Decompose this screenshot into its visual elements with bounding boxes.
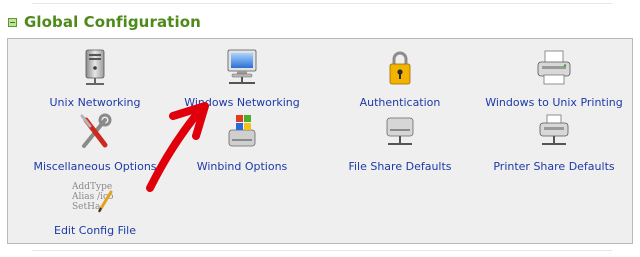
tools-icon (78, 111, 112, 153)
section-title: Global Configuration (24, 13, 201, 31)
edit-config-file-link[interactable]: AddType Alias /ico SetHa Edit Config Fil… (15, 175, 175, 237)
unix-networking-label: Unix Networking (49, 96, 141, 109)
windows-networking-link[interactable]: Windows Networking (162, 47, 322, 109)
config-file-icon-text-1: AddType (71, 182, 112, 192)
miscellaneous-options-link[interactable]: Miscellaneous Options (15, 111, 175, 173)
bottom-divider (32, 250, 612, 251)
printer-share-defaults-link[interactable]: Printer Share Defaults (474, 111, 634, 173)
windows-networking-label: Windows Networking (184, 96, 300, 109)
windows-to-unix-printing-link[interactable]: Windows to Unix Printing (474, 47, 634, 109)
windows-network-icon (225, 47, 259, 89)
file-share-defaults-label: File Share Defaults (348, 160, 452, 173)
padlock-icon (385, 47, 415, 89)
printer-share-defaults-label: Printer Share Defaults (493, 160, 615, 173)
collapse-toggle-icon[interactable] (8, 17, 17, 27)
unix-server-icon (80, 47, 110, 89)
config-file-icon-text-3: SetHa (72, 202, 101, 212)
printer-share-icon (535, 111, 573, 153)
config-panel: Unix Networking Windows Networking Authe… (7, 38, 633, 244)
authentication-link[interactable]: Authentication (320, 47, 480, 109)
unix-networking-link[interactable]: Unix Networking (15, 47, 175, 109)
config-file-icon: AddType Alias /ico SetHa (66, 175, 124, 217)
winbind-options-label: Winbind Options (196, 160, 288, 173)
authentication-label: Authentication (359, 96, 441, 109)
miscellaneous-options-label: Miscellaneous Options (33, 160, 157, 173)
edit-config-file-label: Edit Config File (54, 224, 136, 237)
printer-icon (535, 47, 573, 89)
windows-to-unix-printing-label: Windows to Unix Printing (485, 96, 623, 109)
top-divider (32, 3, 612, 4)
winbind-options-link[interactable]: Winbind Options (162, 111, 322, 173)
section-header[interactable]: Global Configuration (8, 12, 201, 32)
file-share-defaults-link[interactable]: File Share Defaults (320, 111, 480, 173)
winbind-drive-icon (225, 111, 259, 153)
file-share-drive-icon (383, 111, 417, 153)
